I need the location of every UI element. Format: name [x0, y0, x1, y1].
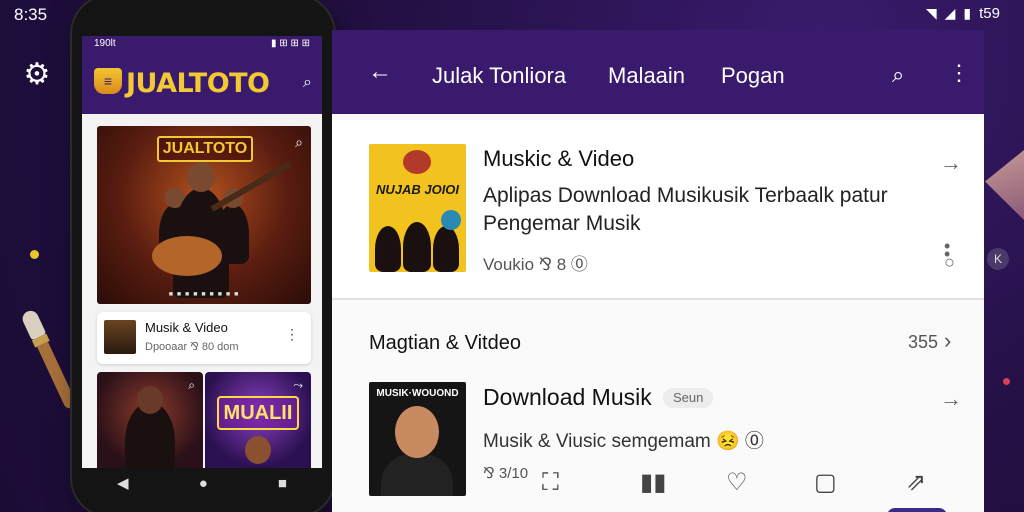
phone-mockup: 190lt ▮ ⊞ ⊞ ⊞ ≡ JUALTOTO ⌕ JUALTOTO ⌕ ■ …: [72, 0, 334, 512]
logo-icon: ≡: [94, 68, 122, 94]
section-title: Magtian & Vitdeo: [369, 332, 521, 354]
gear-icon[interactable]: ⚙: [22, 60, 52, 90]
phone-logo-text: JUALTOTO: [126, 68, 270, 99]
phone-app-bar: ≡ JUALTOTO ⌕: [82, 52, 322, 114]
band-figure: [375, 226, 401, 272]
share-icon[interactable]: ⤳: [293, 378, 303, 393]
nav-recents-icon[interactable]: ■: [278, 475, 287, 492]
mini-logo-icon: K: [987, 248, 1009, 270]
signal-icon: ◢: [944, 5, 956, 21]
band-figure: [403, 222, 431, 272]
decorative-dot: [30, 250, 39, 259]
download-thumbnail-caption: MUSIK·WOUOND: [376, 388, 459, 399]
badge-circle: [441, 210, 461, 230]
download-thumbnail[interactable]: MUSIK·WOUOND: [369, 382, 466, 496]
featured-description: Aplipas Download Musikusik Terbaalk patu…: [483, 184, 888, 235]
status-badge: Seun: [663, 388, 714, 408]
guitar-illustration: [152, 236, 222, 276]
gamepad-icon[interactable]: ⛶: [542, 468, 559, 498]
nav-back-icon[interactable]: ◀: [117, 474, 129, 492]
thumbnail-caption: NUJAB JOIOI: [375, 182, 460, 197]
search-icon[interactable]: ⌕: [892, 62, 904, 88]
map-icon[interactable]: ▮▮: [640, 468, 666, 498]
phone-screen: 190lt ▮ ⊞ ⊞ ⊞ ≡ JUALTOTO ⌕ JUALTOTO ⌕ ■ …: [82, 36, 322, 468]
featured-title: Muskic & Video: [483, 146, 635, 171]
download-meta: ⅋ 3/10: [483, 465, 529, 482]
heart-icon[interactable]: ♡: [726, 468, 748, 498]
download-description: Musik & Viusic semgemam 😣 ⓪: [483, 431, 764, 452]
share-icon[interactable]: ⇗: [906, 468, 926, 498]
battery-text: t59: [979, 5, 1000, 22]
app-bar: ← Julak Tonliora Malaain Pogan ⌕ ⋮: [332, 30, 984, 114]
item-subtitle: Dpooaar ⅋ 80 dom: [145, 341, 239, 353]
main-panel: ← Julak Tonliora Malaain Pogan ⌕ ⋮ NUJAB…: [332, 30, 984, 512]
featured-meta: Voukio ⅋ 8 ⓪: [483, 255, 588, 274]
status-icons: ◥ ◢ ▮ t59: [926, 5, 1000, 22]
tab-julak-tonliora[interactable]: Julak Tonliora: [432, 63, 566, 89]
chevron-right-icon[interactable]: ›: [944, 328, 951, 354]
more-icon[interactable]: ⋮: [285, 326, 299, 343]
section-count: 355: [908, 332, 939, 352]
status-time: 8:35: [14, 5, 48, 24]
bottom-action-bar: ⛶ ▮▮ ♡ ▢ ⇗: [542, 468, 962, 504]
hero-search-icon[interactable]: ⌕: [295, 134, 303, 151]
phone-status-bar: 190lt ▮ ⊞ ⊞ ⊞: [82, 36, 322, 52]
band-figure: [433, 226, 459, 272]
hero-badge: JUALTOTO: [157, 136, 253, 162]
portrait-body: [381, 454, 453, 496]
download-title: Download Musik: [483, 384, 652, 410]
portrait-face: [395, 406, 439, 458]
phone-nav-bar: ◀ ● ■: [82, 468, 322, 498]
tile-banner: MUALII: [217, 396, 299, 430]
phone-hero-banner[interactable]: JUALTOTO ⌕ ■ ■ ■ ■ ■ ■ ■ ■ ■: [97, 126, 311, 304]
more-icon[interactable]: ⋮: [948, 60, 970, 86]
more-icon[interactable]: • • ○: [944, 237, 955, 271]
item-thumbnail: [104, 320, 136, 354]
featured-thumbnail: NUJAB JOIOI: [369, 144, 466, 272]
phone-status-left: 190lt: [94, 38, 116, 49]
wifi-icon: ◥: [925, 5, 937, 21]
guitarist-head: [187, 162, 215, 192]
tab-pogan[interactable]: Pogan: [721, 63, 785, 89]
arrow-right-icon[interactable]: →: [940, 386, 962, 412]
tab-malaain[interactable]: Malaain: [608, 63, 685, 89]
singer-head: [137, 386, 163, 414]
tile-search-icon[interactable]: ⌕: [188, 378, 195, 393]
phone-tile-concert[interactable]: ⤳ MUALII: [205, 372, 311, 468]
nav-home-icon[interactable]: ●: [199, 475, 208, 492]
battery-icon: ▮: [963, 5, 972, 21]
featured-card[interactable]: NUJAB JOIOI Muskic & Video Aplipas Downl…: [332, 120, 984, 300]
item-title: Musik & Video: [145, 320, 228, 335]
phone-list-item[interactable]: Musik & Video Dpooaar ⅋ 80 dom ⋮: [97, 312, 311, 364]
performer-head: [245, 436, 271, 464]
back-arrow-icon[interactable]: ←: [368, 60, 392, 84]
hero-caption-dots: ■ ■ ■ ■ ■ ■ ■ ■ ■: [168, 291, 240, 298]
tablet-icon[interactable]: ▢: [814, 468, 837, 498]
phone-status-right: ▮ ⊞ ⊞ ⊞: [271, 38, 310, 49]
right-decoration: K: [985, 150, 1024, 512]
phone-tile-singer[interactable]: ⌕: [97, 372, 203, 468]
arrow-right-icon[interactable]: →: [940, 150, 962, 176]
bottom-tab-indicator: [887, 508, 947, 512]
phone-search-icon[interactable]: ⌕: [303, 74, 312, 92]
hat-figure: [403, 150, 431, 174]
guitar-neck: [210, 161, 292, 212]
